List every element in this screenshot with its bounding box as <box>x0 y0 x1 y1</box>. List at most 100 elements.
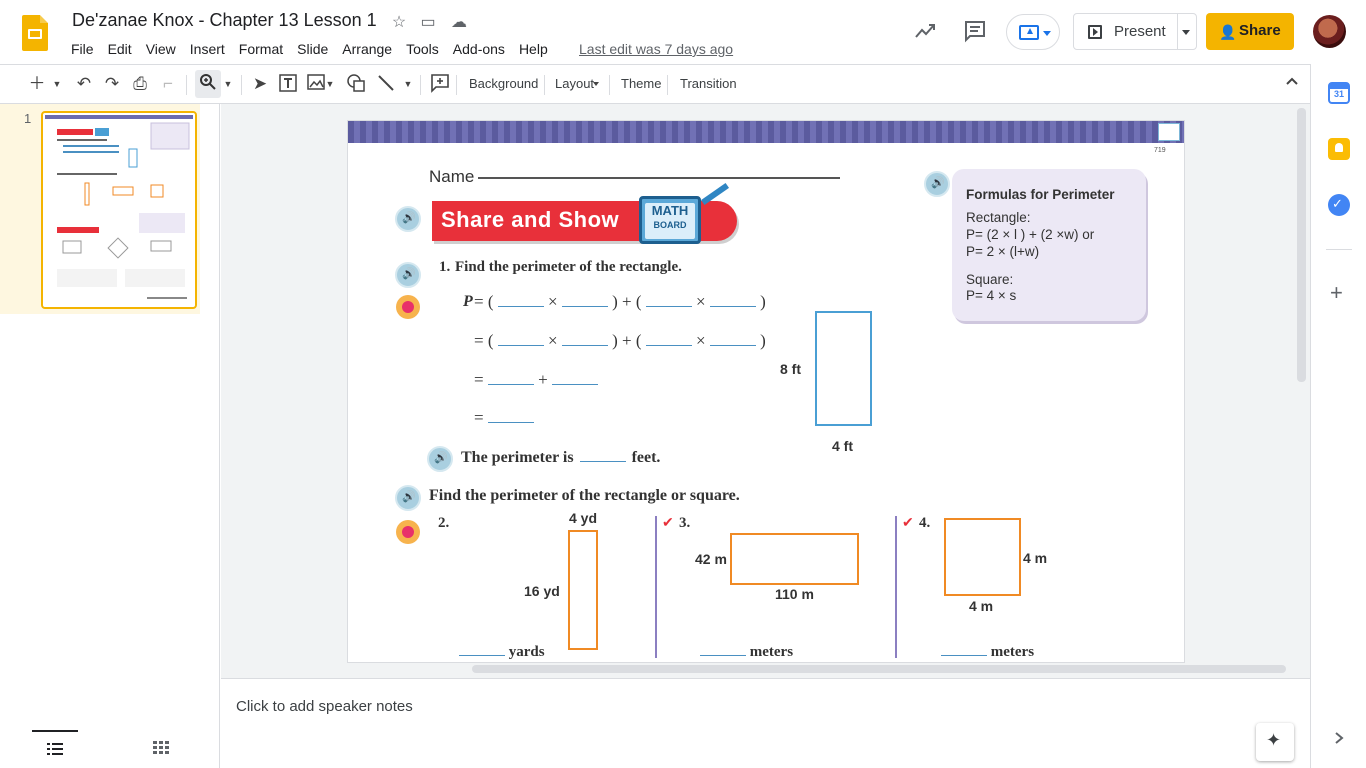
print-icon[interactable]: ⎙ <box>129 73 151 95</box>
menu-bar: File Edit View Insert Format Slide Arran… <box>64 40 555 58</box>
sidebar-divider <box>1326 249 1352 250</box>
line-chevron-icon[interactable]: ▼ <box>401 73 415 95</box>
q2-answer: yards <box>459 644 545 661</box>
q4-answer: meters <box>941 644 1034 661</box>
horizontal-scrollbar[interactable] <box>472 665 1286 673</box>
find-perimeter-audio-button[interactable] <box>395 485 421 511</box>
last-edit-link[interactable]: Last edit was 7 days ago <box>579 40 733 58</box>
slide-header-banner <box>348 121 1184 143</box>
move-folder-icon[interactable]: ▭ <box>418 12 438 32</box>
add-comment-icon[interactable] <box>429 73 451 95</box>
text-box-icon[interactable] <box>277 73 299 95</box>
slide-thumbnail[interactable] <box>41 111 197 309</box>
q1-answer-pre: The perimeter is <box>461 449 574 466</box>
star-icon[interactable]: ☆ <box>389 12 409 32</box>
zoom-chevron-icon[interactable]: ▼ <box>221 73 235 95</box>
share-and-show-title: Share and Show <box>441 207 620 232</box>
cloud-saved-icon[interactable]: ☁ <box>449 12 469 32</box>
present-options-chevron-icon[interactable] <box>1182 30 1190 35</box>
menu-tools[interactable]: Tools <box>399 40 446 58</box>
menu-slide[interactable]: Slide <box>290 40 335 58</box>
speaker-notes-placeholder[interactable]: Click to add speaker notes <box>236 698 413 715</box>
share-button[interactable]: 👤 Share <box>1206 13 1294 50</box>
math-board-word2: BOARD <box>653 220 687 230</box>
q1-audio-button[interactable] <box>395 262 421 288</box>
q1-answer-post: feet. <box>631 449 661 466</box>
calendar-icon[interactable]: 31 <box>1328 82 1350 104</box>
bookmark-icon <box>1158 123 1180 141</box>
find-perimeter-heading: Find the perimeter of the rectangle or s… <box>429 487 740 504</box>
q4-bottom-label: 4 m <box>969 598 994 614</box>
select-cursor-icon[interactable]: ➤ <box>249 73 271 95</box>
menu-help[interactable]: Help <box>512 40 555 58</box>
rectangle-formula-1: P= (2 × l ) + (2 ×w) or <box>966 227 1095 242</box>
q1-p-label: P <box>463 293 473 310</box>
checkmark-icon: ✔ <box>902 514 914 530</box>
document-title[interactable]: De'zanae Knox - Chapter 13 Lesson 1 <box>72 10 377 31</box>
q4-side-label: 4 m <box>1023 550 1048 566</box>
transition-button[interactable]: Transition <box>680 76 737 91</box>
new-slide-icon[interactable]: ＋ <box>26 73 48 95</box>
filmstrip-view-tab[interactable] <box>32 730 78 768</box>
square-label: Square: <box>966 272 1014 287</box>
account-avatar[interactable] <box>1313 15 1346 48</box>
q2-record-button[interactable] <box>396 520 420 544</box>
menu-addons[interactable]: Add-ons <box>446 40 512 58</box>
q4-unit: meters <box>990 644 1035 660</box>
keep-icon[interactable] <box>1328 138 1350 160</box>
q2-rectangle <box>568 530 598 650</box>
image-chevron-icon[interactable]: ▼ <box>323 73 337 95</box>
expand-sidebar-chevron-icon[interactable] <box>1333 731 1345 750</box>
slide[interactable]: 719 Name Share and Show MATH BOARD Formu… <box>348 121 1184 662</box>
menu-edit[interactable]: Edit <box>101 40 139 58</box>
slide-number: 1 <box>24 111 32 126</box>
share-label: Share <box>1239 22 1281 39</box>
undo-icon[interactable]: ↶ <box>73 73 95 95</box>
menu-format[interactable]: Format <box>232 40 290 58</box>
menu-insert[interactable]: Insert <box>183 40 232 58</box>
line-icon[interactable] <box>375 73 397 95</box>
redo-icon[interactable]: ↷ <box>101 73 123 95</box>
speaker-notes-panel[interactable] <box>221 678 1310 768</box>
zoom-icon <box>197 73 219 95</box>
explore-button[interactable] <box>1256 723 1294 761</box>
formulas-box: Formulas for Perimeter Rectangle: P= (2 … <box>952 169 1146 321</box>
divider <box>895 516 897 658</box>
menu-arrange[interactable]: Arrange <box>335 40 399 58</box>
shape-icon[interactable] <box>345 73 367 95</box>
q1-answer-blank <box>579 461 626 462</box>
q3-rectangle <box>730 533 859 585</box>
new-slide-layout-chevron-icon[interactable]: ▼ <box>50 73 64 95</box>
background-button[interactable]: Background <box>469 76 538 91</box>
present-to-meeting-button[interactable] <box>1006 14 1060 50</box>
q2-unit: yards <box>508 644 545 660</box>
q1-height-label: 8 ft <box>780 361 801 377</box>
menu-file[interactable]: File <box>64 40 101 58</box>
get-addons-plus-icon[interactable]: + <box>1330 282 1343 304</box>
theme-button[interactable]: Theme <box>621 76 661 91</box>
q1-rectangle <box>815 311 872 426</box>
paint-format-icon[interactable]: ⌐ <box>157 73 179 95</box>
slides-logo[interactable] <box>22 15 48 51</box>
q1-answer-audio-button[interactable] <box>427 446 453 472</box>
tasks-icon[interactable]: ✓ <box>1328 194 1350 216</box>
activity-trend-icon[interactable] <box>912 19 938 49</box>
chevron-down-icon <box>1043 31 1051 36</box>
q1-text: Find the perimeter of the rectangle. <box>455 259 682 275</box>
q1-record-button[interactable] <box>396 295 420 319</box>
formulas-audio-button[interactable] <box>924 171 950 197</box>
person-icon: 👤 <box>1219 24 1237 40</box>
present-button[interactable]: Present <box>1073 13 1197 50</box>
q1-answer-sentence: The perimeter is feet. <box>461 449 660 467</box>
rectangle-formula-2: P= 2 × (l+w) <box>966 244 1040 259</box>
page-number: 719 <box>1154 147 1166 154</box>
collapse-chevron-up-icon[interactable] <box>1281 73 1303 95</box>
grid-view-icon[interactable] <box>153 741 169 760</box>
layout-chevron-icon[interactable] <box>593 82 599 86</box>
vertical-scrollbar[interactable] <box>1297 108 1306 382</box>
layout-button[interactable]: Layout <box>555 76 594 91</box>
q1-equation-line2: = ( × ) + ( × ) <box>474 331 766 350</box>
comments-icon[interactable] <box>962 19 988 49</box>
menu-view[interactable]: View <box>139 40 183 58</box>
share-show-audio-button[interactable] <box>395 206 421 232</box>
